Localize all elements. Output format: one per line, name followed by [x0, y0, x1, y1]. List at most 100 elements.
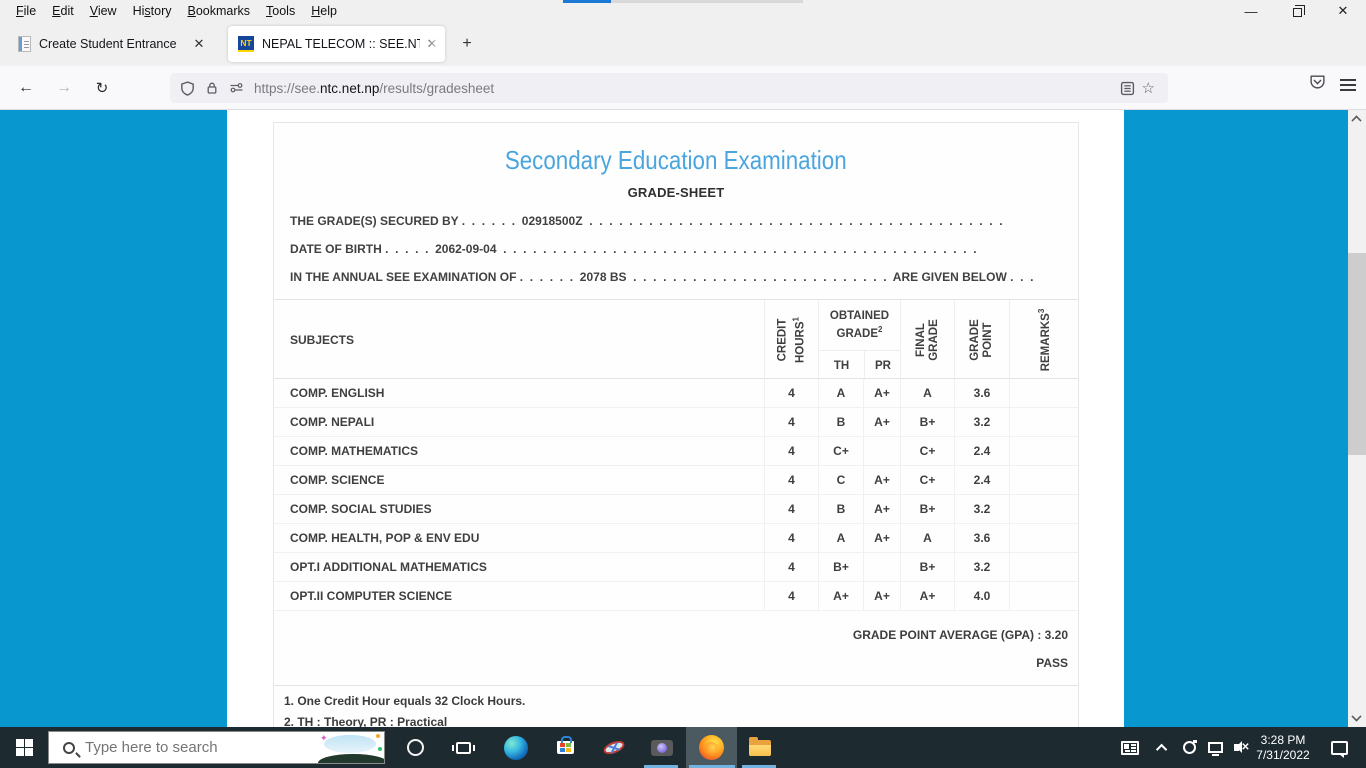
- camera-button[interactable]: [642, 727, 682, 768]
- firefox-button-active[interactable]: [686, 727, 737, 768]
- tab-close-icon[interactable]: ✕: [189, 34, 209, 54]
- cell-remarks: [1009, 466, 1078, 494]
- edge-button[interactable]: [496, 727, 536, 768]
- cell-subject: COMP. ENGLISH: [290, 386, 385, 400]
- title-bar: File Edit View History Bookmarks Tools H…: [0, 0, 1366, 22]
- table-row: COMP. MATHEMATICS 4 C+ C+ 2.4: [274, 437, 1078, 466]
- vertical-scrollbar[interactable]: [1348, 110, 1366, 727]
- snipping-tool-button[interactable]: [594, 727, 634, 768]
- camera-icon: [651, 739, 673, 756]
- new-tab-button[interactable]: +: [455, 32, 479, 56]
- nt-favicon: NT: [238, 36, 254, 52]
- cell-th-grade: B: [818, 408, 863, 436]
- cortana-button[interactable]: [395, 727, 435, 768]
- file-explorer-icon: [749, 736, 771, 756]
- restore-button[interactable]: [1274, 0, 1320, 22]
- cell-grade-point: 4.0: [954, 582, 1009, 610]
- task-view-icon: [451, 741, 475, 754]
- start-button[interactable]: [0, 727, 48, 768]
- cell-th-grade: B+: [818, 553, 863, 581]
- back-button[interactable]: ←: [12, 74, 40, 102]
- header-th: TH: [833, 359, 850, 372]
- info-line: DATE OF BIRTH . . . . . 2062-09-04 . . .…: [290, 242, 977, 256]
- navigation-bar: ← → ↻ https://see.ntc.net.np/results/gra…: [0, 66, 1366, 110]
- clock-date: 7/31/2022: [1256, 747, 1310, 762]
- file-explorer-button[interactable]: [740, 727, 780, 768]
- scrollbar-thumb[interactable]: [1348, 253, 1366, 455]
- bookmark-star-icon[interactable]: ☆: [1135, 79, 1162, 97]
- cell-grade-point: 3.2: [954, 408, 1009, 436]
- menu-item[interactable]: Tools: [258, 4, 303, 18]
- url-text[interactable]: https://see.ntc.net.np/results/gradeshee…: [254, 81, 1110, 96]
- speaker-icon: [1234, 741, 1243, 753]
- cell-credit-hours: 4: [764, 408, 818, 436]
- cell-subject: OPT.II COMPUTER SCIENCE: [290, 589, 453, 603]
- cell-pr-grade: A+: [863, 524, 900, 552]
- document-favicon-icon: [18, 36, 31, 52]
- network-tray-button[interactable]: [1202, 727, 1228, 768]
- snipping-tool-icon: [601, 738, 627, 757]
- reader-mode-icon[interactable]: [1120, 81, 1135, 96]
- action-center-button[interactable]: [1322, 727, 1356, 768]
- scroll-down-icon[interactable]: [1351, 711, 1362, 722]
- search-input[interactable]: [85, 739, 318, 756]
- table-row: COMP. ENGLISH 4 A A+ A 3.6: [274, 379, 1078, 408]
- taskbar-clock[interactable]: 3:28 PM 7/31/2022: [1248, 727, 1318, 768]
- reload-button[interactable]: ↻: [88, 74, 116, 102]
- cell-pr-grade: A+: [863, 408, 900, 436]
- cell-final-grade: C+: [900, 466, 954, 494]
- header-subjects: SUBJECTS: [290, 333, 355, 347]
- cell-remarks: [1009, 379, 1078, 407]
- menu-item[interactable]: History: [125, 4, 180, 18]
- tab-close-icon[interactable]: ✕: [422, 34, 442, 54]
- close-button[interactable]: ✕: [1320, 0, 1366, 22]
- task-view-button[interactable]: [443, 727, 483, 768]
- url-bar[interactable]: https://see.ntc.net.np/results/gradeshee…: [170, 73, 1168, 103]
- windows-logo-icon: [15, 739, 33, 756]
- taskbar: ✦ ✕ 3:28 PM 7/31/2022: [0, 727, 1366, 768]
- tab-nepal-telecom-active[interactable]: NT NEPAL TELECOM :: SEE.NTC.NET ✕: [228, 26, 445, 62]
- permissions-icon[interactable]: [229, 81, 244, 95]
- taskbar-search[interactable]: ✦: [48, 731, 385, 764]
- cell-remarks: [1009, 582, 1078, 610]
- footnote: 1. One Credit Hour equals 32 Clock Hours…: [284, 694, 526, 708]
- edge-icon: [504, 735, 528, 760]
- cortana-icon: [406, 739, 424, 756]
- tray-expand-button[interactable]: [1151, 727, 1175, 768]
- cell-grade-point: 2.4: [954, 466, 1009, 494]
- cell-subject: COMP. SCIENCE: [290, 473, 385, 487]
- cell-remarks: [1009, 408, 1078, 436]
- menu-hamburger-icon[interactable]: [1340, 78, 1356, 91]
- grades-table: SUBJECTS CREDIT HOURS1 OBTAINED GRADE2 T…: [274, 299, 1078, 611]
- header-credit-hours: CREDIT HOURS1: [764, 300, 818, 380]
- menu-item[interactable]: Help: [303, 4, 345, 18]
- cell-pr-grade: A+: [863, 466, 900, 494]
- cell-th-grade: C+: [818, 437, 863, 465]
- menu-item[interactable]: View: [82, 4, 125, 18]
- search-icon: [63, 741, 75, 754]
- menu-item[interactable]: File: [8, 4, 44, 18]
- divider: [274, 685, 1078, 686]
- header-obtained-grade: OBTAINED GRADE2 TH PR: [818, 300, 900, 380]
- microsoft-store-button[interactable]: [545, 727, 585, 768]
- pocket-icon[interactable]: [1309, 74, 1326, 95]
- news-widgets-button[interactable]: [1116, 727, 1144, 768]
- cell-final-grade: A: [900, 379, 954, 407]
- header-remarks: REMARKS3: [1009, 300, 1078, 380]
- menu-item[interactable]: Bookmarks: [180, 4, 259, 18]
- cell-grade-point: 3.2: [954, 553, 1009, 581]
- shield-icon[interactable]: [180, 80, 195, 96]
- minimize-button[interactable]: —: [1228, 0, 1274, 22]
- search-decoration-art: ✦: [318, 732, 384, 763]
- lock-icon[interactable]: [205, 81, 219, 95]
- scroll-up-icon[interactable]: [1351, 115, 1362, 126]
- menu-bar: File Edit View History Bookmarks Tools H…: [8, 0, 345, 22]
- menu-item[interactable]: Edit: [44, 4, 82, 18]
- table-row: OPT.I ADDITIONAL MATHEMATICS 4 B+ B+ 3.2: [274, 553, 1078, 582]
- screen-recorder-tray-button[interactable]: [1177, 727, 1201, 768]
- cell-th-grade: A: [818, 379, 863, 407]
- tab-create-student-entrance[interactable]: Create Student Entrance ✕: [8, 26, 220, 62]
- cell-credit-hours: 4: [764, 379, 818, 407]
- forward-button[interactable]: →: [50, 74, 78, 102]
- firefox-icon: [699, 735, 724, 760]
